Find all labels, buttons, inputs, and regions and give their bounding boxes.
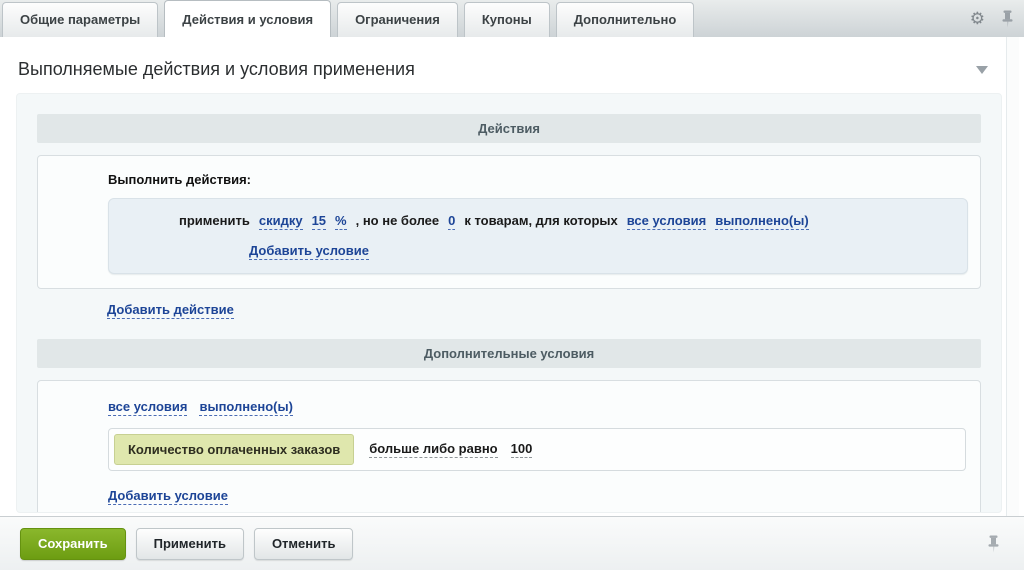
pin-icon[interactable] [1001, 10, 1014, 28]
discount-rule-box: применить скидку 15% , но не более 0 к товара… [108, 198, 968, 274]
chevron-down-icon[interactable] [976, 65, 988, 74]
tab-bar: Общие параметры Действия и условия Огран… [0, 0, 1024, 37]
max-value-link[interactable]: 0 [448, 213, 456, 230]
condition-row: Количество оплаченных заказов больше либ… [108, 428, 966, 471]
form-title-row: Выполняемые действия и условия применени… [16, 37, 1002, 80]
condition-value-link[interactable]: 100 [510, 441, 533, 458]
condition-field-chip[interactable]: Количество оплаченных заказов [114, 434, 355, 465]
tab-restrictions[interactable]: Ограничения [337, 2, 458, 37]
condition-operator-link[interactable]: больше либо равно [369, 441, 498, 458]
cancel-button[interactable]: Отменить [253, 527, 354, 560]
tabbar-icons: ⚙ [970, 0, 1014, 37]
not-more-text: , но не более [355, 213, 440, 228]
extra-add-condition-link[interactable]: Добавить условие [108, 488, 228, 505]
add-condition-link[interactable]: Добавить условие [249, 243, 369, 260]
tab-actions-conditions[interactable]: Действия и условия [164, 0, 332, 37]
add-action-link[interactable]: Добавить действие [107, 302, 234, 319]
discount-unit-link[interactable]: % [335, 213, 347, 230]
extra-add-condition-row: Добавить условие [108, 485, 968, 507]
extra-conditions-links-row: все условия выполнено(ы) [108, 397, 968, 417]
add-action-row: Добавить действие [107, 299, 981, 321]
extra-all-conditions-link[interactable]: все условия [108, 399, 188, 416]
tab-general-params[interactable]: Общие параметры [2, 2, 159, 37]
rule-add-condition-row: Добавить условие [249, 240, 955, 262]
gear-icon[interactable]: ⚙ [970, 10, 985, 27]
to-products-text: к товарам, для которых [464, 213, 618, 228]
scroll-gutter [1006, 37, 1019, 516]
actions-box: Выполнить действия: применить скидку 15% , … [37, 155, 981, 289]
pin-icon[interactable] [987, 535, 1000, 553]
tab-coupons[interactable]: Купоны [463, 2, 550, 37]
page-title: Выполняемые действия и условия применени… [18, 59, 415, 79]
footer-bar: Сохранить Применить Отменить [0, 516, 1024, 570]
form-content: Выполняемые действия и условия применени… [0, 37, 1024, 516]
apply-text: применить [179, 213, 250, 228]
discount-value-link[interactable]: 15 [311, 213, 327, 230]
fulfilled-link[interactable]: выполнено(ы) [715, 213, 809, 230]
all-conditions-link[interactable]: все условия [626, 213, 707, 230]
conditions-panel: Действия Выполнить действия: применить ск… [16, 93, 1002, 513]
tab-additional[interactable]: Дополнительно [555, 2, 695, 37]
apply-button[interactable]: Применить [135, 527, 244, 560]
discount-type-link[interactable]: скидку [258, 213, 303, 230]
save-button[interactable]: Сохранить [20, 527, 126, 560]
extra-fulfilled-link[interactable]: выполнено(ы) [199, 399, 293, 416]
discount-rule-line: применить скидку 15% , но не более 0 к товара… [179, 210, 955, 232]
perform-actions-label: Выполнить действия: [108, 172, 251, 187]
extra-conditions-box: все условия выполнено(ы) Количество оплач… [37, 380, 981, 512]
actions-section-header: Действия [37, 114, 981, 143]
extra-conditions-section-header: Дополнительные условия [37, 339, 981, 368]
